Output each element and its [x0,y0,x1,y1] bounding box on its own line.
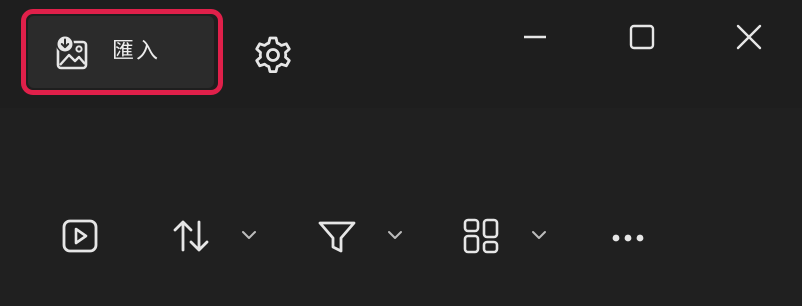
close-button[interactable] [726,14,772,60]
import-button[interactable]: 匯入 [28,16,214,88]
slideshow-play-icon [58,214,102,258]
sort-icon [169,214,213,258]
minimize-button[interactable] [512,14,558,60]
sort-button[interactable] [164,208,218,264]
maximize-icon [627,22,657,52]
import-label: 匯入 [112,39,161,64]
filter-icon [315,214,359,258]
view-layout-dropdown[interactable] [526,222,552,248]
more-options-icon [606,214,650,258]
chevron-down-icon [530,226,548,244]
chevron-down-icon [240,226,258,244]
more-options-button[interactable] [600,208,656,264]
image-import-icon [54,34,92,72]
minimize-icon [520,22,550,52]
slideshow-button[interactable] [52,208,108,264]
settings-button[interactable] [248,30,298,80]
title-bar: 匯入 [0,0,802,108]
toolbar [0,108,802,306]
filter-button[interactable] [310,208,364,264]
photos-window: 匯入 [0,0,802,306]
view-layout-icon [459,214,503,258]
sort-dropdown[interactable] [236,222,262,248]
view-layout-button[interactable] [454,208,508,264]
close-icon [734,22,764,52]
gear-icon [251,33,295,77]
filter-dropdown[interactable] [382,222,408,248]
chevron-down-icon [386,226,404,244]
maximize-button[interactable] [619,14,665,60]
